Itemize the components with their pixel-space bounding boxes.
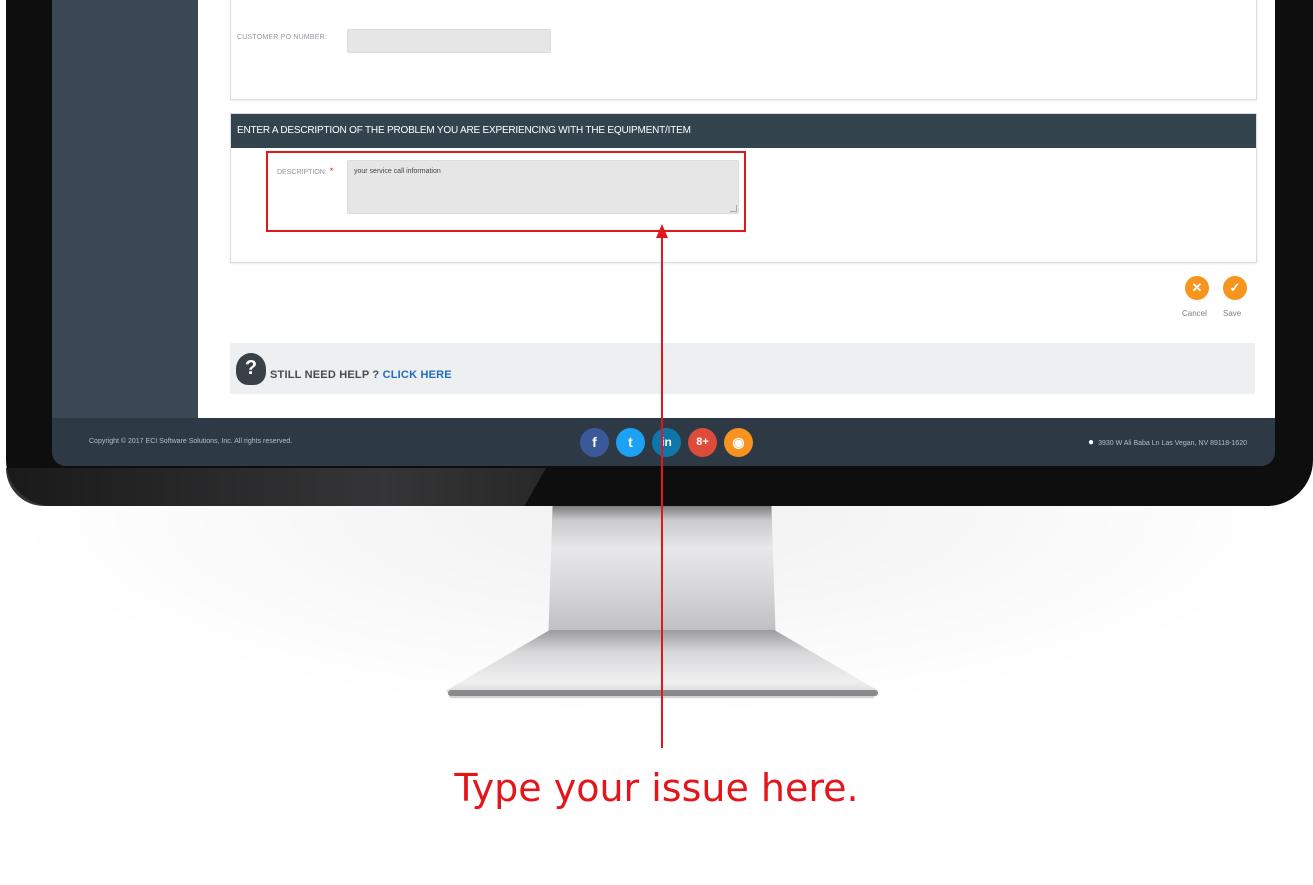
annotation-caption: Type your issue here. bbox=[454, 766, 859, 810]
cancel-label[interactable]: Cancel bbox=[1182, 309, 1207, 318]
map-pin-icon: ● bbox=[1088, 437, 1095, 448]
save-label[interactable]: Save bbox=[1223, 309, 1241, 318]
help-prefix: STILL NEED HELP ? bbox=[270, 369, 383, 381]
help-text: STILL NEED HELP ? CLICK HERE bbox=[270, 369, 452, 381]
google-plus-icon[interactable]: 8+ bbox=[688, 428, 717, 457]
copyright-text: Copyright © 2017 ECI Software Solutions,… bbox=[89, 438, 293, 445]
checkmark-icon: ✓ bbox=[1229, 280, 1241, 295]
address-block: ● 3930 W Ali Baba Ln Las Vegan, NV 89118-… bbox=[1088, 437, 1247, 448]
linkedin-icon[interactable]: in bbox=[652, 428, 681, 457]
site-footer: Copyright © 2017 ECI Software Solutions,… bbox=[52, 418, 1275, 466]
annotation-arrow-line bbox=[661, 234, 663, 748]
order-info-panel: CUSTOMER PO NUMBER: bbox=[230, 0, 1257, 100]
cancel-button[interactable]: ✕ bbox=[1185, 276, 1209, 300]
save-button[interactable]: ✓ bbox=[1223, 276, 1247, 300]
bezel-gloss bbox=[6, 468, 546, 506]
customer-po-label: CUSTOMER PO NUMBER: bbox=[237, 34, 328, 41]
twitter-icon[interactable]: t bbox=[616, 428, 645, 457]
sidebar bbox=[52, 0, 198, 418]
click-here-link[interactable]: CLICK HERE bbox=[383, 369, 452, 381]
description-section-title: ENTER A DESCRIPTION OF THE PROBLEM YOU A… bbox=[231, 114, 1256, 148]
rss-icon[interactable]: ◉ bbox=[724, 428, 753, 457]
annotation-highlight-box bbox=[266, 151, 746, 232]
facebook-icon[interactable]: f bbox=[580, 428, 609, 457]
address-text: 3930 W Ali Baba Ln Las Vegan, NV 89118-1… bbox=[1098, 440, 1247, 447]
monitor-base-edge bbox=[448, 690, 878, 696]
help-bar: ? STILL NEED HELP ? CLICK HERE bbox=[230, 343, 1255, 394]
question-head-icon: ? bbox=[236, 353, 266, 385]
close-icon: ✕ bbox=[1191, 280, 1203, 295]
customer-po-input[interactable] bbox=[347, 29, 551, 53]
